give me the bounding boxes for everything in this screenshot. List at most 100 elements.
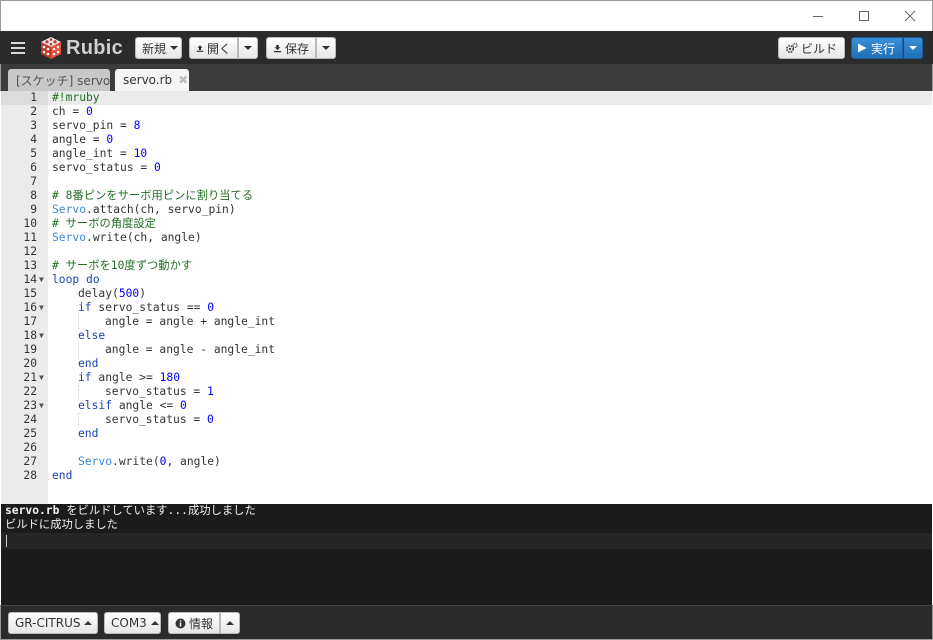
line-number: 3 bbox=[30, 119, 37, 132]
line-number: 11 bbox=[23, 231, 37, 244]
code-line: 22 servo_status = 1 bbox=[1, 385, 932, 399]
info-icon bbox=[175, 618, 186, 628]
code-line: 23 ▼ elsif angle <= 0 bbox=[1, 399, 932, 413]
port-select-button[interactable]: COM3 bbox=[104, 612, 161, 634]
build-button-label: ビルド bbox=[801, 41, 838, 56]
close-window-button[interactable] bbox=[887, 1, 933, 31]
code-line: 20 end bbox=[1, 357, 932, 371]
chevron-down-icon bbox=[909, 46, 917, 50]
console-line: ビルドに成功しました bbox=[5, 518, 118, 531]
console-input[interactable] bbox=[1, 533, 932, 549]
line-number: 16 bbox=[23, 301, 37, 314]
window-titlebar bbox=[0, 0, 933, 31]
line-number: 17 bbox=[23, 315, 37, 328]
code-line: 18 ▼ else bbox=[1, 329, 932, 343]
console-line: servo.rb をビルドしています...成功しました bbox=[5, 504, 256, 517]
line-number: 4 bbox=[30, 133, 37, 146]
new-button[interactable]: 新規 bbox=[135, 37, 182, 59]
fold-arrow-icon[interactable]: ▼ bbox=[39, 273, 44, 287]
maximize-button[interactable] bbox=[841, 1, 887, 31]
line-number: 15 bbox=[23, 287, 37, 300]
play-icon bbox=[858, 43, 867, 53]
code-line: 1 #!mruby bbox=[1, 91, 932, 105]
code-line: 3 servo_pin = 8 bbox=[1, 119, 932, 133]
code-line: 6 servo_status = 0 bbox=[1, 161, 932, 175]
line-number: 19 bbox=[23, 343, 37, 356]
tab-servo-rb[interactable]: servo.rb ✖ bbox=[115, 69, 189, 91]
line-number: 24 bbox=[23, 413, 37, 426]
code-line: 25 end bbox=[1, 427, 932, 441]
code-line: 8 # 8番ピンをサーボ用ピンに割り当てる bbox=[1, 189, 932, 203]
line-number: 5 bbox=[30, 147, 37, 160]
code-line: 14 ▼ loop do bbox=[1, 273, 932, 287]
minimize-button[interactable] bbox=[795, 1, 841, 31]
line-number: 9 bbox=[30, 203, 37, 216]
chevron-up-icon bbox=[226, 621, 234, 625]
maximize-icon bbox=[859, 11, 869, 21]
line-number: 27 bbox=[23, 455, 37, 468]
save-dropdown-button[interactable] bbox=[316, 37, 336, 59]
line-number: 23 bbox=[23, 399, 37, 412]
code-line: 15 delay(500) bbox=[1, 287, 932, 301]
tab-label: servo.rb bbox=[123, 73, 173, 87]
code-line: 24 servo_status = 0 bbox=[1, 413, 932, 427]
code-line: 9 Servo.attach(ch, servo_pin) bbox=[1, 203, 932, 217]
close-icon bbox=[904, 10, 916, 22]
open-button[interactable]: 開く bbox=[189, 37, 238, 59]
output-console[interactable]: servo.rb をビルドしています...成功しました ビルドに成功しました bbox=[1, 504, 932, 605]
info-button[interactable]: 情報 bbox=[168, 612, 220, 634]
app-name: Rubic bbox=[66, 36, 124, 59]
minimize-icon bbox=[813, 16, 823, 17]
info-dropdown-button[interactable] bbox=[220, 612, 240, 634]
chevron-down-icon bbox=[244, 46, 252, 50]
line-number: 12 bbox=[23, 245, 37, 258]
fold-arrow-icon[interactable]: ▼ bbox=[39, 329, 44, 343]
fold-arrow-icon[interactable]: ▼ bbox=[39, 399, 44, 413]
hamburger-icon bbox=[11, 42, 25, 44]
line-number: 2 bbox=[30, 105, 37, 118]
fold-arrow-icon[interactable]: ▼ bbox=[39, 301, 44, 315]
rubic-cube-logo-icon bbox=[41, 37, 61, 59]
board-select-button[interactable]: GR-CITRUS bbox=[8, 612, 98, 634]
code-lines: 1 #!mruby 2 ch = 0 3 servo_pin = 8 4 ang… bbox=[1, 91, 932, 483]
hamburger-menu-button[interactable] bbox=[9, 39, 27, 57]
line-number: 25 bbox=[23, 427, 37, 440]
code-line: 26 bbox=[1, 441, 932, 455]
line-number: 14 bbox=[23, 273, 37, 286]
line-number: 20 bbox=[23, 357, 37, 370]
code-line: 21 ▼ if angle >= 180 bbox=[1, 371, 932, 385]
line-number: 7 bbox=[30, 175, 37, 188]
port-label: COM3 bbox=[111, 616, 147, 630]
line-number: 21 bbox=[23, 371, 37, 384]
status-bar: GR-CITRUS COM3 情報 bbox=[0, 605, 933, 640]
open-dropdown-button[interactable] bbox=[238, 37, 258, 59]
run-button-label: 実行 bbox=[871, 41, 896, 56]
code-editor[interactable]: 1 #!mruby 2 ch = 0 3 servo_pin = 8 4 ang… bbox=[1, 91, 932, 504]
text-cursor bbox=[6, 535, 7, 547]
main-toolbar: Rubic 新規 開く 保存 ビルド 実行 bbox=[0, 31, 933, 64]
line-number: 22 bbox=[23, 385, 37, 398]
close-tab-icon[interactable]: ✖ bbox=[178, 73, 188, 87]
build-button[interactable]: ビルド bbox=[778, 37, 845, 59]
run-dropdown-button[interactable] bbox=[903, 37, 923, 59]
line-number: 13 bbox=[23, 259, 37, 272]
app-logo: Rubic bbox=[40, 36, 123, 60]
editor-tab-bar: [スケッチ] servo servo.rb ✖ bbox=[0, 64, 933, 91]
fold-arrow-icon[interactable]: ▼ bbox=[39, 371, 44, 385]
code-line: 27 Servo.write(0, angle) bbox=[1, 455, 932, 469]
line-number: 6 bbox=[30, 161, 37, 174]
chevron-up-icon bbox=[150, 621, 159, 625]
line-number: 8 bbox=[30, 189, 37, 202]
code-line: 10 # サーボの角度設定 bbox=[1, 217, 932, 231]
open-button-label: 開く bbox=[206, 41, 231, 56]
save-button[interactable]: 保存 bbox=[266, 37, 316, 59]
code-line: 7 bbox=[1, 175, 932, 189]
run-button[interactable]: 実行 bbox=[851, 37, 903, 59]
chevron-up-icon bbox=[84, 621, 93, 625]
code-line: 2 ch = 0 bbox=[1, 105, 932, 119]
tab-label: [スケッチ] servo bbox=[16, 73, 111, 88]
code-line: 17 angle = angle + angle_int bbox=[1, 315, 932, 329]
code-line: 19 angle = angle - angle_int bbox=[1, 343, 932, 357]
tab-sketch-servo[interactable]: [スケッチ] servo bbox=[8, 69, 110, 91]
code-line: 16 ▼ if servo_status == 0 bbox=[1, 301, 932, 315]
